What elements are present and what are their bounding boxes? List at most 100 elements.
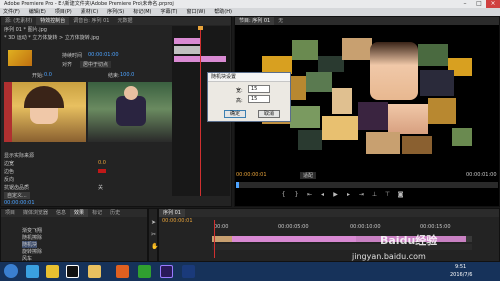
menu-bar: 文件(F) 编辑(E) 项目(P) 素材(C) 序列(S) 标记(M) 字幕(T… bbox=[0, 8, 500, 16]
tab-source[interactable]: 源: (无素材) bbox=[1, 17, 36, 25]
ruler-tick-2: 00:00:10:00 bbox=[350, 224, 381, 230]
end-value[interactable]: 100.0 bbox=[120, 72, 134, 78]
lift-icon[interactable]: ⊥ bbox=[371, 192, 378, 198]
start-value[interactable]: 0.0 bbox=[44, 72, 52, 78]
sogou-icon[interactable] bbox=[46, 265, 59, 278]
menu-file[interactable]: 文件(F) bbox=[3, 8, 20, 16]
effect-item-1[interactable]: 渐变飞翔 bbox=[22, 227, 42, 234]
custom-button[interactable]: 自定义... bbox=[4, 192, 30, 199]
menu-edit[interactable]: 编辑(E) bbox=[29, 8, 46, 16]
program-tabs: 节目: 序列 01 无 bbox=[235, 17, 499, 25]
menu-sequence[interactable]: 序列(S) bbox=[107, 8, 124, 16]
effect-item-5[interactable]: 风车 bbox=[22, 255, 32, 262]
transition-thumbnail bbox=[8, 50, 32, 66]
menu-window[interactable]: 窗口(W) bbox=[186, 8, 205, 16]
figure-head bbox=[124, 86, 138, 100]
mark-out-icon[interactable]: } bbox=[293, 192, 300, 198]
prop-border-width-value[interactable]: 0.0 bbox=[98, 160, 106, 166]
window-title-bar: Adobe Premiere Pro - E:\新建文件夹\Adobe Prem… bbox=[0, 0, 500, 8]
tab-effect-controls[interactable]: 特效控制台 bbox=[36, 17, 70, 25]
premiere-icon[interactable] bbox=[160, 265, 173, 278]
go-to-in-icon[interactable]: ⇤ bbox=[306, 192, 313, 198]
timeline-panel: 序列 01 bbox=[158, 208, 500, 262]
menu-clip[interactable]: 素材(C) bbox=[81, 8, 98, 16]
extract-icon[interactable]: ⊤ bbox=[384, 192, 391, 198]
wide-input[interactable]: 15 bbox=[248, 85, 270, 93]
tab-none[interactable]: 无 bbox=[274, 17, 287, 25]
source-panel-tabs: 源: (无素材) 特效控制台 调音台: 序列 01 元数据 bbox=[1, 17, 231, 25]
prop-reverse: 反向 bbox=[4, 177, 15, 183]
tab-project[interactable]: 项目 bbox=[1, 209, 19, 217]
close-button[interactable]: × bbox=[486, 0, 500, 8]
firefox-icon[interactable] bbox=[116, 265, 129, 278]
window-title: Adobe Premiere Pro - E:\新建文件夹\Adobe Prem… bbox=[4, 1, 174, 7]
preview-b bbox=[88, 82, 172, 142]
tools-panel: ➤ ✂ ✋ bbox=[148, 208, 158, 262]
tab-markers[interactable]: 标记 bbox=[88, 209, 106, 217]
prop-antialias: 抗锯齿品质 bbox=[4, 185, 30, 191]
clock-time: 9:51 bbox=[455, 264, 467, 270]
align-select[interactable]: 居中于切点 bbox=[80, 61, 112, 68]
razor-tool-icon[interactable]: ✂ bbox=[151, 231, 156, 238]
menu-title[interactable]: 字幕(T) bbox=[160, 8, 177, 16]
step-back-icon[interactable]: ◂ bbox=[319, 192, 326, 198]
media-player-icon[interactable] bbox=[138, 265, 151, 278]
portrait-hair bbox=[24, 86, 64, 108]
timeline-timecode[interactable]: 00:00:00:01 bbox=[162, 218, 193, 224]
effect-timecode[interactable]: 00:00:00:01 bbox=[4, 200, 35, 206]
window-controls: – □ × bbox=[458, 0, 500, 8]
menu-marker[interactable]: 标记(M) bbox=[133, 8, 151, 16]
qq-icon[interactable] bbox=[66, 265, 79, 278]
timeline-clip-1[interactable] bbox=[212, 236, 232, 242]
duration-value[interactable]: 00:00:01:00 bbox=[88, 52, 119, 58]
prop-antialias-value[interactable]: 关 bbox=[98, 184, 103, 191]
preview-a-bar bbox=[4, 82, 12, 142]
tab-media-browser[interactable]: 媒体浏览器 bbox=[19, 209, 52, 217]
export-frame-icon[interactable]: ◙ bbox=[397, 192, 404, 198]
program-duration: 00:00:01:00 bbox=[466, 172, 497, 178]
high-input[interactable]: 15 bbox=[248, 95, 270, 103]
timeline-tabs: 序列 01 bbox=[159, 209, 499, 217]
timeline-playhead[interactable] bbox=[214, 220, 215, 258]
tab-effects[interactable]: 效果 bbox=[70, 209, 89, 217]
effect-item-3[interactable]: 随机块 bbox=[22, 241, 38, 248]
step-forward-icon[interactable]: ▸ bbox=[345, 192, 352, 198]
photoshop-icon[interactable] bbox=[182, 265, 195, 278]
start-button-icon[interactable] bbox=[4, 264, 18, 278]
timeline-clip-2[interactable] bbox=[232, 236, 356, 242]
go-to-out-icon[interactable]: ⇥ bbox=[358, 192, 365, 198]
transport-controls: { } ⇤ ◂ ▶ ▸ ⇥ ⊥ ⊤ ◙ bbox=[280, 192, 404, 198]
effect-item-2[interactable]: 随机擦除 bbox=[22, 234, 42, 241]
ok-button[interactable]: 确定 bbox=[224, 110, 246, 118]
ruler-tick-1: 00:00:05:00 bbox=[278, 224, 309, 230]
tab-sequence[interactable]: 序列 01 bbox=[159, 209, 185, 217]
playhead-marker[interactable] bbox=[198, 26, 203, 30]
playhead-line bbox=[200, 26, 201, 196]
clock-date: 2016/7/6 bbox=[450, 272, 473, 278]
browser-icon[interactable] bbox=[26, 265, 39, 278]
fit-select[interactable]: 适配 bbox=[300, 172, 317, 179]
mark-in-icon[interactable]: { bbox=[280, 192, 287, 198]
tab-info[interactable]: 信息 bbox=[52, 209, 70, 217]
ruler-tick-3: 00:00:15:00 bbox=[420, 224, 451, 230]
border-color-swatch[interactable] bbox=[98, 169, 106, 173]
minimize-button[interactable]: – bbox=[458, 0, 472, 8]
maximize-button[interactable]: □ bbox=[472, 0, 486, 8]
play-icon[interactable]: ▶ bbox=[332, 192, 339, 198]
effect-path: * 3D 运动 * 立方体旋转 > 立方体旋转.jpg bbox=[4, 35, 100, 41]
tab-history[interactable]: 历史 bbox=[106, 209, 124, 217]
tab-program[interactable]: 节目: 序列 01 bbox=[235, 17, 275, 25]
menu-help[interactable]: 帮助(H) bbox=[214, 8, 232, 16]
menu-project[interactable]: 项目(P) bbox=[55, 8, 72, 16]
clip-a-bar bbox=[174, 38, 200, 44]
effect-item-4[interactable]: 旋转擦除 bbox=[22, 248, 42, 255]
program-playhead[interactable] bbox=[236, 182, 239, 188]
tab-metadata[interactable]: 元数据 bbox=[113, 17, 136, 25]
folder-icon[interactable] bbox=[88, 265, 101, 278]
program-scrub-bar[interactable] bbox=[236, 182, 498, 188]
tab-audio-mixer[interactable]: 调音台: 序列 01 bbox=[69, 17, 113, 25]
prop-border-width: 边宽 bbox=[4, 161, 15, 167]
program-timecode[interactable]: 00:00:00:01 bbox=[236, 172, 267, 178]
selection-tool-icon[interactable]: ➤ bbox=[151, 219, 156, 226]
cancel-button[interactable]: 取消 bbox=[258, 110, 280, 118]
